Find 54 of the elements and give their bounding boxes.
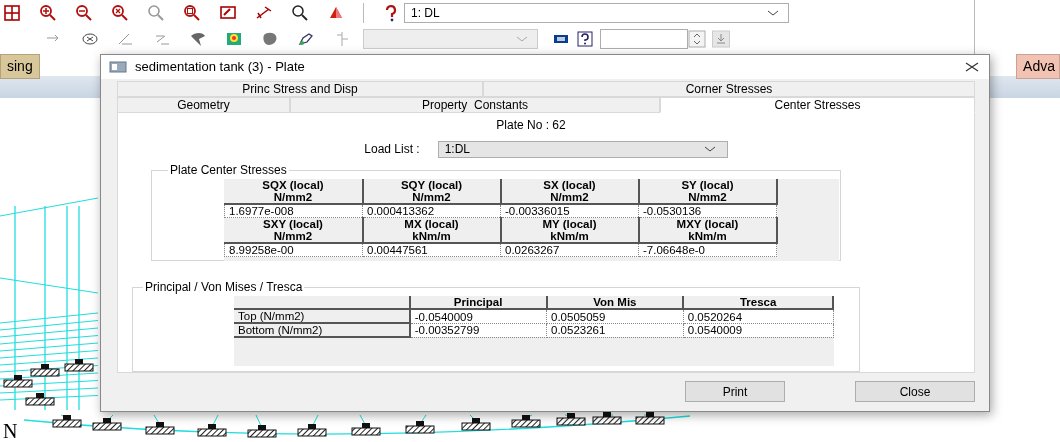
blob-icon[interactable] bbox=[261, 30, 279, 48]
column-header: SQY (local) bbox=[399, 179, 464, 191]
column-unit: N/mm2 bbox=[272, 230, 314, 242]
column-header: Von Mis bbox=[593, 296, 637, 309]
magnifier-icon[interactable] bbox=[291, 4, 309, 22]
dialog-button[interactable]: Close bbox=[855, 381, 975, 402]
load-case-select[interactable]: 1: DL bbox=[404, 3, 789, 23]
column-header: Tresca bbox=[739, 296, 777, 309]
spin-buttons[interactable] bbox=[688, 30, 706, 49]
column-header: SQX (local) bbox=[261, 179, 325, 191]
column-unit: kNm/m bbox=[687, 230, 728, 242]
compass-label: N bbox=[3, 419, 18, 442]
zoom-window-icon[interactable] bbox=[183, 4, 201, 22]
plate-number: Plate No : 62 bbox=[496, 117, 566, 134]
number-field[interactable] bbox=[600, 29, 688, 49]
load-list-select[interactable]: 1:DL bbox=[437, 140, 728, 158]
group-title: Plate Center Stresses bbox=[168, 163, 289, 177]
column-header: SX (local) bbox=[542, 179, 597, 191]
shape-icon[interactable] bbox=[189, 30, 207, 48]
column-header: SXY (local) bbox=[262, 218, 324, 230]
column-unit: N/mm2 bbox=[687, 191, 728, 203]
tab[interactable]: Princ Stress and Disp bbox=[117, 81, 483, 97]
ribbon-tab[interactable]: Adva bbox=[1016, 53, 1060, 79]
zoom-grid-icon[interactable] bbox=[3, 4, 21, 22]
column-unit: N/mm2 bbox=[272, 191, 314, 203]
tab[interactable]: Corner Stresses bbox=[483, 81, 975, 97]
tab[interactable]: Geometry bbox=[117, 97, 290, 113]
column-unit: N/mm2 bbox=[411, 191, 452, 203]
column-header: SY (local) bbox=[680, 179, 735, 191]
column-header: Principal bbox=[453, 296, 503, 309]
zoom-in-icon[interactable] bbox=[39, 4, 57, 22]
dialog-button[interactable]: Print bbox=[685, 381, 785, 402]
column-unit: kNm/m bbox=[549, 230, 590, 242]
column-unit: kNm/m bbox=[411, 230, 452, 242]
tab[interactable]: Property Constants bbox=[290, 97, 660, 113]
zoom-reset-icon[interactable] bbox=[111, 4, 129, 22]
column-unit: N/mm2 bbox=[549, 191, 590, 203]
window-title: sedimentation tank (3) - Plate bbox=[135, 58, 306, 77]
ribbon-tab[interactable]: sing bbox=[0, 53, 40, 79]
tab[interactable]: Center Stresses bbox=[660, 97, 975, 113]
group-title: Principal / Von Mises / Tresca bbox=[143, 280, 305, 295]
display-icon[interactable] bbox=[219, 4, 237, 22]
table-cell: 0.0523261 bbox=[546, 323, 684, 338]
contour-icon[interactable] bbox=[225, 30, 243, 48]
zoom-out-icon[interactable] bbox=[75, 4, 93, 22]
column-header: MX (local) bbox=[403, 218, 460, 230]
column-header: MY (local) bbox=[541, 218, 598, 230]
table-cell: -0.00352799 bbox=[409, 323, 547, 338]
column-header: MXY (local) bbox=[675, 218, 740, 230]
load-list-label: Load List : bbox=[364, 141, 420, 158]
window-icon bbox=[109, 58, 127, 76]
dimension-icon[interactable] bbox=[255, 4, 273, 22]
help-icon[interactable] bbox=[576, 30, 594, 48]
zoom-pan-icon[interactable] bbox=[147, 4, 165, 22]
